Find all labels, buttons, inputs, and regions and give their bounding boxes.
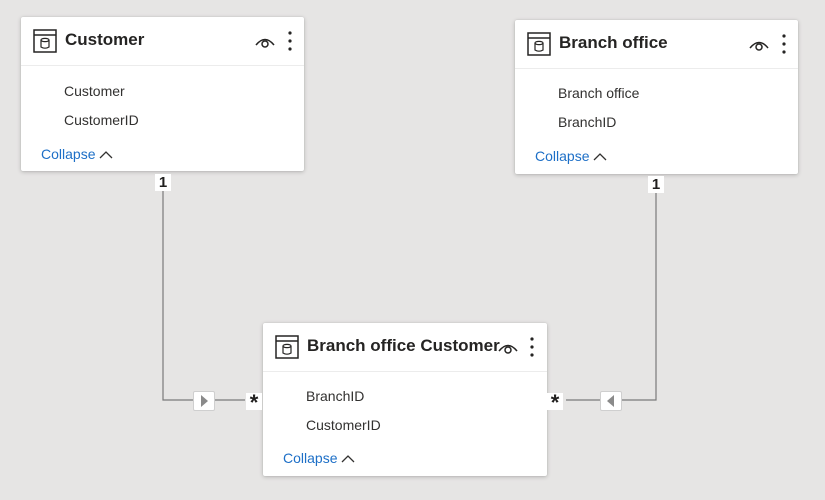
collapse-label: Collapse [535,148,590,164]
triangle-arrow-icon [201,395,208,407]
eye-icon[interactable] [498,341,518,355]
more-icon[interactable] [529,336,535,358]
relationship-line-customer[interactable] [162,185,245,401]
table-header[interactable]: Branch office [515,20,798,69]
cardinality-one: 1 [155,174,171,191]
collapse-button[interactable]: Collapse [283,450,355,466]
cardinality-one: 1 [648,176,664,193]
table-icon [33,29,57,53]
cardinality-many: * [246,392,262,414]
field-customerid[interactable]: CustomerID [306,417,381,433]
table-header[interactable]: Branch office Customer [263,323,547,372]
field-branchid[interactable]: BranchID [558,114,616,130]
table-card-branch-office-customer[interactable]: Branch office Customer BranchID Customer… [263,323,547,476]
table-header[interactable]: Customer [21,17,304,66]
filter-direction-indicator[interactable] [600,391,622,411]
model-canvas[interactable]: Customer Customer CustomerID Collapse Br… [0,0,825,500]
more-icon[interactable] [781,33,787,55]
field-customer[interactable]: Customer [64,83,125,99]
triangle-arrow-icon [607,395,614,407]
more-icon[interactable] [287,30,293,52]
table-title: Customer [65,30,145,49]
collapse-label: Collapse [283,450,338,466]
collapse-button[interactable]: Collapse [535,148,607,164]
chevron-up-icon [594,153,607,161]
table-icon [275,335,299,359]
field-branchid[interactable]: BranchID [306,388,364,404]
table-icon [527,32,551,56]
collapse-button[interactable]: Collapse [41,146,113,162]
cardinality-many: * [547,392,563,414]
field-customerid[interactable]: CustomerID [64,112,139,128]
chevron-up-icon [342,455,355,463]
field-branch-office[interactable]: Branch office [558,85,639,101]
table-title: Branch office [559,33,668,52]
eye-icon[interactable] [749,38,769,52]
eye-icon[interactable] [255,35,275,49]
filter-direction-indicator[interactable] [193,391,215,411]
chevron-up-icon [100,151,113,159]
table-card-branch-office[interactable]: Branch office Branch office BranchID Col… [515,20,798,174]
table-title: Branch office Customer [307,336,500,355]
collapse-label: Collapse [41,146,96,162]
table-card-customer[interactable]: Customer Customer CustomerID Collapse [21,17,304,171]
relationship-line-branch-office[interactable] [566,190,657,401]
